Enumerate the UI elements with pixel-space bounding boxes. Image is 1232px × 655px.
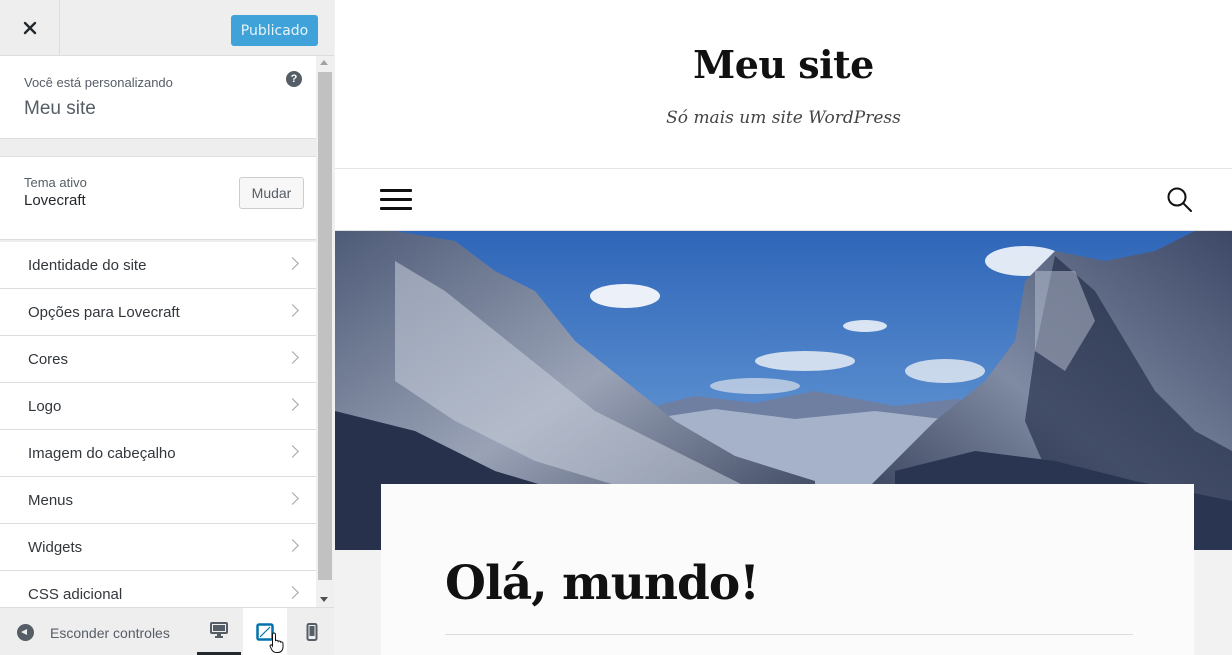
collapse-label: Esconder controles <box>50 624 170 641</box>
active-theme-label: Tema ativo <box>24 175 87 190</box>
preview-tablet-button[interactable] <box>243 608 287 655</box>
customizer-footer: Esconder controles <box>0 607 334 655</box>
section-menus[interactable]: Menus <box>0 477 316 524</box>
menu-toggle-button[interactable] <box>380 189 412 211</box>
chevron-right-icon <box>286 445 299 458</box>
section-label: CSS adicional <box>28 586 123 603</box>
site-title[interactable]: Meu site <box>335 42 1232 87</box>
collapse-sidebar-button[interactable]: Esconder controles <box>17 624 170 641</box>
section-label: Identidade do site <box>28 257 147 274</box>
section-label: Logo <box>28 398 62 415</box>
scroll-thumb[interactable] <box>318 72 332 580</box>
customizer-panel: Você está personalizando Meu site ? Tema… <box>0 56 316 607</box>
section-label: Menus <box>28 492 74 509</box>
search-icon <box>1167 187 1192 212</box>
post-divider <box>445 634 1133 635</box>
chevron-right-icon <box>286 398 299 411</box>
customizer-header: Publicado <box>0 0 334 56</box>
section-header-image[interactable]: Imagem do cabeçalho <box>0 430 316 477</box>
chevron-right-icon <box>286 539 299 552</box>
section-label: Cores <box>28 351 69 368</box>
site-tagline: Só mais um site WordPress <box>666 108 901 128</box>
publish-button[interactable]: Publicado <box>231 15 318 46</box>
chevron-right-icon <box>286 492 299 505</box>
section-site-identity[interactable]: Identidade do site <box>0 242 316 289</box>
section-label: Widgets <box>28 539 83 556</box>
panel-scrollbar[interactable] <box>316 56 334 607</box>
post-card: Olá, mundo! <box>381 484 1194 655</box>
chevron-right-icon <box>286 257 299 270</box>
section-list: Identidade do site Opções para Lovecraft… <box>0 242 316 607</box>
chevron-right-icon <box>286 351 299 364</box>
section-label: Imagem do cabeçalho <box>28 445 176 462</box>
mobile-icon <box>306 623 318 641</box>
section-widgets[interactable]: Widgets <box>0 524 316 571</box>
pointer-cursor-icon <box>269 632 284 653</box>
active-theme-section: Tema ativo Lovecraft Mudar <box>0 156 316 240</box>
site-header: Meu site Só mais um site WordPress <box>335 0 1232 169</box>
section-additional-css[interactable]: CSS adicional <box>0 571 316 607</box>
customize-info: Você está personalizando Meu site ? <box>0 56 316 139</box>
chevron-right-icon <box>286 304 299 317</box>
active-theme-name: Lovecraft <box>24 192 86 209</box>
section-label: Opções para Lovecraft <box>28 304 180 321</box>
change-theme-button[interactable]: Mudar <box>239 177 304 209</box>
site-preview: Meu site Só mais um site WordPress Olá, … <box>335 0 1232 655</box>
section-colors[interactable]: Cores <box>0 336 316 383</box>
preview-mobile-button[interactable] <box>290 608 334 655</box>
scroll-down-arrow[interactable] <box>320 597 328 602</box>
close-customizer-button[interactable] <box>0 0 60 56</box>
customizing-label: Você está personalizando <box>24 75 173 90</box>
section-theme-options[interactable]: Opções para Lovecraft <box>0 289 316 336</box>
site-navigation <box>335 169 1232 231</box>
preview-desktop-button[interactable] <box>197 608 241 655</box>
section-logo[interactable]: Logo <box>0 383 316 430</box>
search-toggle-button[interactable] <box>1165 185 1195 215</box>
post-title[interactable]: Olá, mundo! <box>445 556 760 611</box>
scroll-up-arrow[interactable] <box>320 60 328 65</box>
customizer-sidebar: Publicado Você está personalizando Meu s… <box>0 0 334 655</box>
chevron-right-icon <box>286 586 299 599</box>
desktop-icon <box>210 622 228 638</box>
collapse-arrow-icon <box>17 624 34 641</box>
help-icon[interactable]: ? <box>286 71 302 87</box>
hamburger-icon <box>380 189 412 192</box>
customizing-site-name: Meu site <box>24 98 96 119</box>
close-icon <box>23 21 36 35</box>
